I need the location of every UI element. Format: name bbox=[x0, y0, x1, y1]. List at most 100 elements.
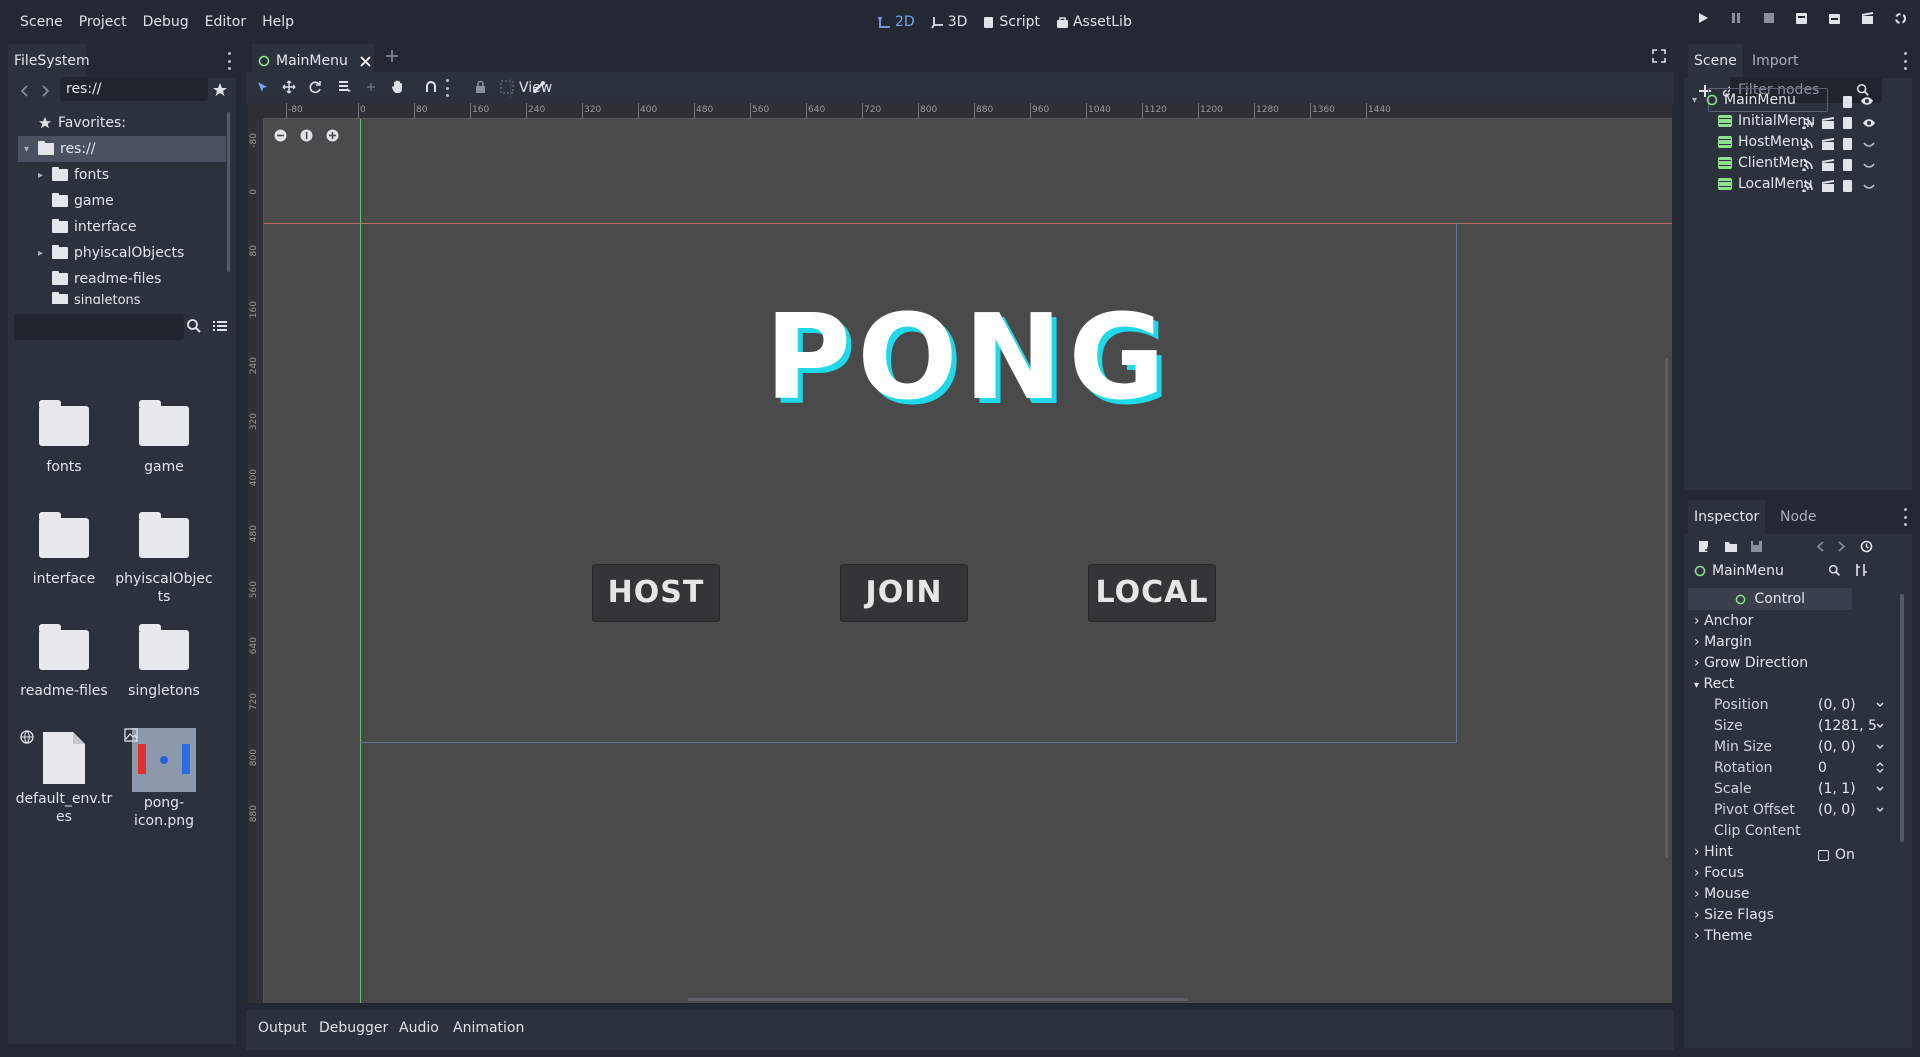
hidden-eye-icon[interactable] bbox=[1862, 159, 1876, 171]
signal-icon[interactable] bbox=[1802, 159, 1814, 171]
tab-animation[interactable]: Animation bbox=[453, 1020, 524, 1036]
attach-script-icon[interactable] bbox=[1842, 180, 1853, 192]
chevron-down-icon[interactable] bbox=[1876, 702, 1884, 708]
join-button[interactable]: JOIN bbox=[840, 564, 968, 622]
grid-item-phyiscalobjects[interactable]: phyiscalObjects bbox=[114, 512, 214, 606]
scene-clapper-icon[interactable] bbox=[1822, 117, 1834, 129]
visibility-eye-icon[interactable] bbox=[1862, 117, 1876, 129]
select-mode-icon[interactable] bbox=[256, 81, 269, 94]
snap-options-icon[interactable] bbox=[446, 79, 450, 97]
play-button[interactable] bbox=[1686, 12, 1719, 25]
fullscreen-icon[interactable] bbox=[1652, 49, 1666, 63]
close-icon[interactable] bbox=[360, 56, 371, 67]
scene-clapper-icon[interactable] bbox=[1822, 180, 1834, 192]
grid-item-readme-files[interactable]: readme-files bbox=[14, 624, 114, 700]
spinner-button[interactable] bbox=[1884, 12, 1917, 25]
tools-icon[interactable] bbox=[1854, 563, 1868, 577]
tree-singletons[interactable]: singletons bbox=[18, 292, 226, 304]
file-search-input[interactable] bbox=[14, 314, 184, 340]
tab-filesystem[interactable]: FileSystem bbox=[8, 44, 90, 78]
mode-script-button[interactable]: Script bbox=[975, 10, 1048, 34]
mode-assetlib-button[interactable]: AssetLib bbox=[1048, 10, 1140, 34]
attach-script-icon[interactable] bbox=[1842, 159, 1853, 171]
play-custom-scene-button[interactable] bbox=[1818, 12, 1851, 25]
history-icon[interactable] bbox=[1860, 540, 1873, 553]
visibility-eye-icon[interactable] bbox=[1860, 95, 1874, 107]
search-icon[interactable] bbox=[186, 318, 202, 334]
spinner-arrows-icon[interactable] bbox=[1876, 762, 1884, 773]
dock-menu-icon[interactable] bbox=[1904, 508, 1908, 526]
chevron-down-icon[interactable]: ▾ bbox=[24, 144, 38, 155]
inspected-node[interactable]: MainMenu bbox=[1694, 563, 1784, 579]
dock-menu-icon[interactable] bbox=[1904, 52, 1908, 70]
grid-item-interface[interactable]: interface bbox=[14, 512, 114, 588]
tree-game[interactable]: game bbox=[18, 188, 226, 214]
tab-inspector[interactable]: Inspector bbox=[1688, 500, 1766, 534]
rotate-mode-icon[interactable] bbox=[308, 80, 322, 94]
attach-script-icon[interactable] bbox=[1842, 96, 1853, 108]
favorite-star-icon[interactable] bbox=[212, 82, 228, 98]
pan-mode-icon[interactable] bbox=[390, 79, 405, 94]
forward-arrow-icon[interactable] bbox=[40, 84, 50, 98]
tree-favorites[interactable]: Favorites: bbox=[18, 110, 226, 136]
group-icon[interactable] bbox=[500, 80, 514, 94]
chevron-right-icon[interactable]: ▸ bbox=[38, 248, 52, 259]
stop-button[interactable] bbox=[1752, 12, 1785, 25]
section-theme[interactable]: › Theme bbox=[1694, 924, 1894, 948]
tab-node[interactable]: Node bbox=[1774, 500, 1823, 534]
attach-script-icon[interactable] bbox=[1842, 138, 1853, 150]
hidden-eye-icon[interactable] bbox=[1862, 138, 1876, 150]
menu-help[interactable]: Help bbox=[254, 10, 302, 34]
view-menu[interactable]: View bbox=[519, 78, 552, 98]
menu-scene[interactable]: Scene bbox=[12, 10, 71, 34]
attach-script-icon[interactable] bbox=[1842, 117, 1853, 129]
local-button[interactable]: LOCAL bbox=[1088, 564, 1216, 622]
tree-interface[interactable]: interface bbox=[18, 214, 226, 240]
list-view-icon[interactable] bbox=[212, 318, 228, 334]
chevron-down-icon[interactable] bbox=[1876, 744, 1884, 750]
signal-icon[interactable] bbox=[1802, 180, 1814, 192]
chevron-down-icon[interactable] bbox=[1876, 786, 1884, 792]
chevron-right-icon[interactable]: ▸ bbox=[38, 170, 52, 181]
menu-editor[interactable]: Editor bbox=[197, 10, 254, 34]
hidden-eye-icon[interactable] bbox=[1862, 180, 1876, 192]
menu-project[interactable]: Project bbox=[71, 10, 135, 34]
play-scene-button[interactable] bbox=[1785, 12, 1818, 25]
path-field[interactable]: res:// bbox=[60, 77, 208, 101]
grid-item-fonts[interactable]: fonts bbox=[14, 400, 114, 476]
history-back-icon[interactable] bbox=[1816, 540, 1826, 553]
v-scrollbar[interactable] bbox=[1665, 358, 1668, 858]
tab-scene[interactable]: Scene bbox=[1688, 44, 1743, 78]
scene-clapper-icon[interactable] bbox=[1822, 138, 1834, 150]
grid-item-singletons[interactable]: singletons bbox=[114, 624, 214, 700]
tree-phyiscalobjects[interactable]: ▸ phyiscalObjects bbox=[18, 240, 226, 266]
tab-output[interactable]: Output bbox=[258, 1020, 307, 1036]
lock-icon[interactable] bbox=[474, 80, 487, 94]
new-resource-icon[interactable] bbox=[1698, 540, 1711, 553]
tree-readme-files[interactable]: readme-files bbox=[18, 266, 226, 292]
tab-audio[interactable]: Audio bbox=[399, 1020, 439, 1036]
grid-item-game[interactable]: game bbox=[114, 400, 214, 476]
mode-2d-button[interactable]: 2D bbox=[870, 10, 923, 34]
scene-clapper-icon[interactable] bbox=[1822, 159, 1834, 171]
grid-item-default-env[interactable]: default_env.tres bbox=[14, 730, 114, 826]
search-icon[interactable] bbox=[1828, 564, 1841, 577]
list-select-icon[interactable] bbox=[338, 80, 352, 94]
open-folder-icon[interactable] bbox=[1724, 540, 1738, 553]
signal-icon[interactable] bbox=[1802, 117, 1814, 129]
grid-item-pong-icon[interactable]: pong-icon.png bbox=[114, 728, 214, 830]
zoom-reset-icon[interactable] bbox=[300, 129, 313, 142]
mode-3d-button[interactable]: 3D bbox=[923, 10, 976, 34]
tree-scrollbar[interactable] bbox=[227, 112, 230, 272]
pivot-mode-icon[interactable] bbox=[364, 80, 378, 94]
movie-button[interactable] bbox=[1851, 12, 1884, 25]
tree-res-root[interactable]: ▾ res:// bbox=[18, 136, 226, 162]
canvas-viewport[interactable]: -80 0 80 160 240 320 400 480 560 640 720 800 880 960 1… bbox=[248, 103, 1672, 1003]
signal-icon[interactable] bbox=[1802, 138, 1814, 150]
tab-debugger[interactable]: Debugger bbox=[319, 1020, 388, 1036]
h-scrollbar[interactable] bbox=[688, 998, 1188, 1001]
host-button[interactable]: HOST bbox=[592, 564, 720, 622]
chevron-down-icon[interactable]: ▾ bbox=[1692, 95, 1706, 106]
pause-button[interactable] bbox=[1719, 12, 1752, 25]
inspector-scrollbar[interactable] bbox=[1900, 594, 1904, 842]
